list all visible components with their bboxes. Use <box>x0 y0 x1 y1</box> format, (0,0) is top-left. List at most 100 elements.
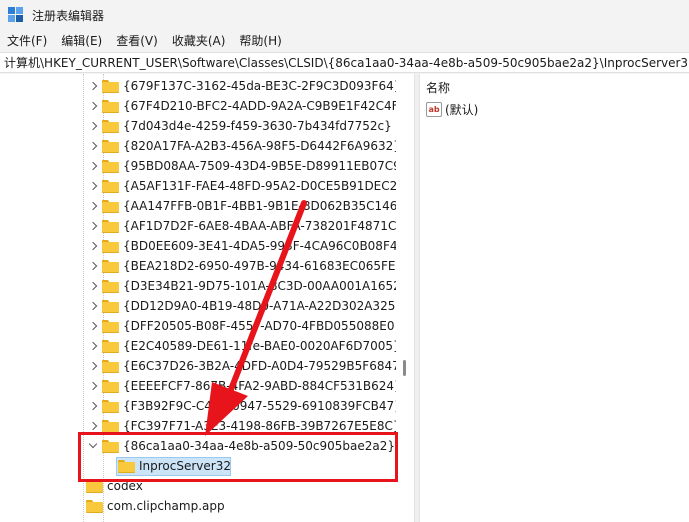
tree-item[interactable]: codex <box>86 476 143 496</box>
title-bar: 注册表编辑器 <box>0 0 689 30</box>
tree-item[interactable]: {AA147FFB-0B1F-4BB1-9B1E-8D062B35C146} <box>88 196 396 216</box>
tree-item[interactable]: {95BD08AA-7509-43D4-9B5E-D89911EB07C9} <box>88 156 396 176</box>
tree-item[interactable]: {679F137C-3162-45da-BE3C-2F9C3D093F64} <box>88 76 396 96</box>
tree-item-label: {E2C40589-DE61-11fe-BAE0-0020AF6D7005} <box>123 339 396 353</box>
tree-item-selected[interactable]: InprocServer32 <box>118 456 231 476</box>
chevron-right-icon[interactable] <box>88 256 100 276</box>
tree-item[interactable]: {DFF20505-B08F-455F-AD70-4FBD055088E0} <box>88 316 396 336</box>
tree-item-label: {FC397F71-A3E3-4198-86FB-39B7267E5E8C} <box>123 419 396 433</box>
chevron-right-icon[interactable] <box>88 216 100 236</box>
folder-icon <box>102 359 119 373</box>
folder-icon <box>102 159 119 173</box>
tree-item[interactable]: {A5AF131F-FAE4-48FD-95A2-D0CE5B91DEC2} <box>88 176 396 196</box>
registry-editor-app-icon <box>8 7 24 23</box>
folder-icon <box>102 259 119 273</box>
folder-icon <box>102 239 119 253</box>
menu-view[interactable]: 查看(V) <box>109 30 165 52</box>
menu-bar: 文件(F) 编辑(E) 查看(V) 收藏夹(A) 帮助(H) <box>0 30 689 52</box>
tree-item-expanded[interactable]: {86ca1aa0-34aa-4e8b-a509-50c905bae2a2} <box>88 436 395 456</box>
tree-item-label: InprocServer32 <box>139 459 231 473</box>
tree-item[interactable]: {BD0EE609-3E41-4DA5-993F-4CA96C0B08F4} <box>88 236 396 256</box>
column-header-name[interactable]: 名称 <box>426 79 450 96</box>
tree-item[interactable]: {EEEEFCF7-867B-4FA2-9ABD-884CF531B624} <box>88 376 396 396</box>
chevron-right-icon[interactable] <box>88 136 100 156</box>
tree-item[interactable]: {E2C40589-DE61-11fe-BAE0-0020AF6D7005} <box>88 336 396 356</box>
address-bar[interactable]: 计算机\HKEY_CURRENT_USER\Software\Classes\C… <box>0 52 689 73</box>
menu-help[interactable]: 帮助(H) <box>232 30 288 52</box>
tree-scrollbar[interactable] <box>396 74 414 522</box>
folder-icon <box>102 339 119 353</box>
chevron-right-icon[interactable] <box>88 296 100 316</box>
chevron-right-icon[interactable] <box>88 396 100 416</box>
folder-icon <box>118 459 135 473</box>
tree-item[interactable]: {820A17FA-A2B3-456A-98F5-D6442F6A9632} <box>88 136 396 156</box>
tree-item-label: {95BD08AA-7509-43D4-9B5E-D89911EB07C9} <box>123 159 396 173</box>
chevron-right-icon[interactable] <box>88 116 100 136</box>
chevron-right-icon[interactable] <box>88 316 100 336</box>
open-folder-icon <box>102 439 119 453</box>
tree-item-label: {BEA218D2-6950-497B-9434-61683EC065FE} <box>123 259 396 273</box>
tree-item-label: {BD0EE609-3E41-4DA5-993F-4CA96C0B08F4} <box>123 239 396 253</box>
chevron-right-icon[interactable] <box>88 196 100 216</box>
chevron-right-icon[interactable] <box>88 276 100 296</box>
window-title: 注册表编辑器 <box>32 8 105 23</box>
tree-item[interactable]: com.clipchamp.app <box>86 496 225 516</box>
menu-edit[interactable]: 编辑(E) <box>54 30 109 52</box>
tree-item-label: {67F4D210-BFC2-4ADD-9A2A-C9B9E1F42C4F} <box>123 99 396 113</box>
menu-file[interactable]: 文件(F) <box>0 30 54 52</box>
folder-icon <box>102 179 119 193</box>
tree-item[interactable]: {7d043d4e-4259-f459-3630-7b434fd7752c} <box>88 116 392 136</box>
chevron-right-icon[interactable] <box>88 336 100 356</box>
menu-favorites[interactable]: 收藏夹(A) <box>165 30 233 52</box>
chevron-right-icon[interactable] <box>88 416 100 436</box>
chevron-right-icon[interactable] <box>88 236 100 256</box>
chevron-right-icon[interactable] <box>88 156 100 176</box>
folder-icon <box>102 279 119 293</box>
chevron-right-icon[interactable] <box>88 356 100 376</box>
folder-icon <box>102 119 119 133</box>
values-pane[interactable]: 名称 ab (默认) <box>420 74 689 522</box>
registry-tree-pane[interactable]: {679F137C-3162-45da-BE3C-2F9C3D093F64} {6… <box>0 74 396 522</box>
tree-item-label: {86ca1aa0-34aa-4e8b-a509-50c905bae2a2} <box>123 439 396 453</box>
tree-item-label: {820A17FA-A2B3-456A-98F5-D6442F6A9632} <box>123 139 396 153</box>
folder-icon <box>102 379 119 393</box>
string-value-icon: ab <box>426 101 442 117</box>
folder-icon <box>102 419 119 433</box>
tree-item[interactable]: {D3E34B21-9D75-101A-8C3D-00AA001A1652} <box>88 276 396 296</box>
tree-guide-line <box>83 74 84 522</box>
folder-icon <box>102 299 119 313</box>
folder-icon <box>102 399 119 413</box>
tree-item[interactable]: {67F4D210-BFC2-4ADD-9A2A-C9B9E1F42C4F} <box>88 96 396 116</box>
tree-item[interactable]: {AF1D7D2F-6AE8-4BAA-ABFA-738201F4871C} <box>88 216 396 236</box>
value-row-default[interactable]: ab (默认) <box>426 101 478 117</box>
tree-item-label: {F3B92F9C-C41B-0947-5529-6910839FCB47} <box>123 399 396 413</box>
tree-item-label: {AA147FFB-0B1F-4BB1-9B1E-8D062B35C146} <box>123 199 396 213</box>
folder-icon <box>102 79 119 93</box>
tree-item-label: codex <box>107 479 143 493</box>
tree-item[interactable]: {E6C37D26-3B2A-4DFD-A0D4-79529B5F6847} <box>88 356 396 376</box>
folder-icon <box>86 479 103 493</box>
tree-item-label: {EEEEFCF7-867B-4FA2-9ABD-884CF531B624} <box>123 379 396 393</box>
tree-item[interactable]: {FC397F71-A3E3-4198-86FB-39B7267E5E8C} <box>88 416 396 436</box>
tree-item-label: com.clipchamp.app <box>107 499 225 513</box>
tree-item[interactable]: {DD12D9A0-4B19-48D0-A71A-A22D302A3256} <box>88 296 396 316</box>
tree-item[interactable]: {BEA218D2-6950-497B-9434-61683EC065FE} <box>88 256 396 276</box>
chevron-right-icon[interactable] <box>88 96 100 116</box>
tree-scrollbar-thumb[interactable] <box>403 360 406 376</box>
tree-item-label: {DD12D9A0-4B19-48D0-A71A-A22D302A3256} <box>123 299 396 313</box>
tree-item-label: {679F137C-3162-45da-BE3C-2F9C3D093F64} <box>123 79 396 93</box>
folder-icon <box>102 219 119 233</box>
folder-icon <box>86 499 103 513</box>
chevron-right-icon[interactable] <box>88 76 100 96</box>
chevron-right-icon[interactable] <box>88 176 100 196</box>
tree-item-label: {A5AF131F-FAE4-48FD-95A2-D0CE5B91DEC2} <box>123 179 396 193</box>
tree-item-label: {AF1D7D2F-6AE8-4BAA-ABFA-738201F4871C} <box>123 219 396 233</box>
chevron-right-icon[interactable] <box>88 376 100 396</box>
tree-item[interactable]: {F3B92F9C-C41B-0947-5529-6910839FCB47} <box>88 396 396 416</box>
chevron-down-icon[interactable] <box>88 436 100 456</box>
value-name-default: (默认) <box>445 102 479 117</box>
tree-item-label: {E6C37D26-3B2A-4DFD-A0D4-79529B5F6847} <box>123 359 396 373</box>
tree-item-label: {D3E34B21-9D75-101A-8C3D-00AA001A1652} <box>123 279 396 293</box>
tree-item-label: {7d043d4e-4259-f459-3630-7b434fd7752c} <box>123 119 392 133</box>
tree-item-label: {DFF20505-B08F-455F-AD70-4FBD055088E0} <box>123 319 396 333</box>
